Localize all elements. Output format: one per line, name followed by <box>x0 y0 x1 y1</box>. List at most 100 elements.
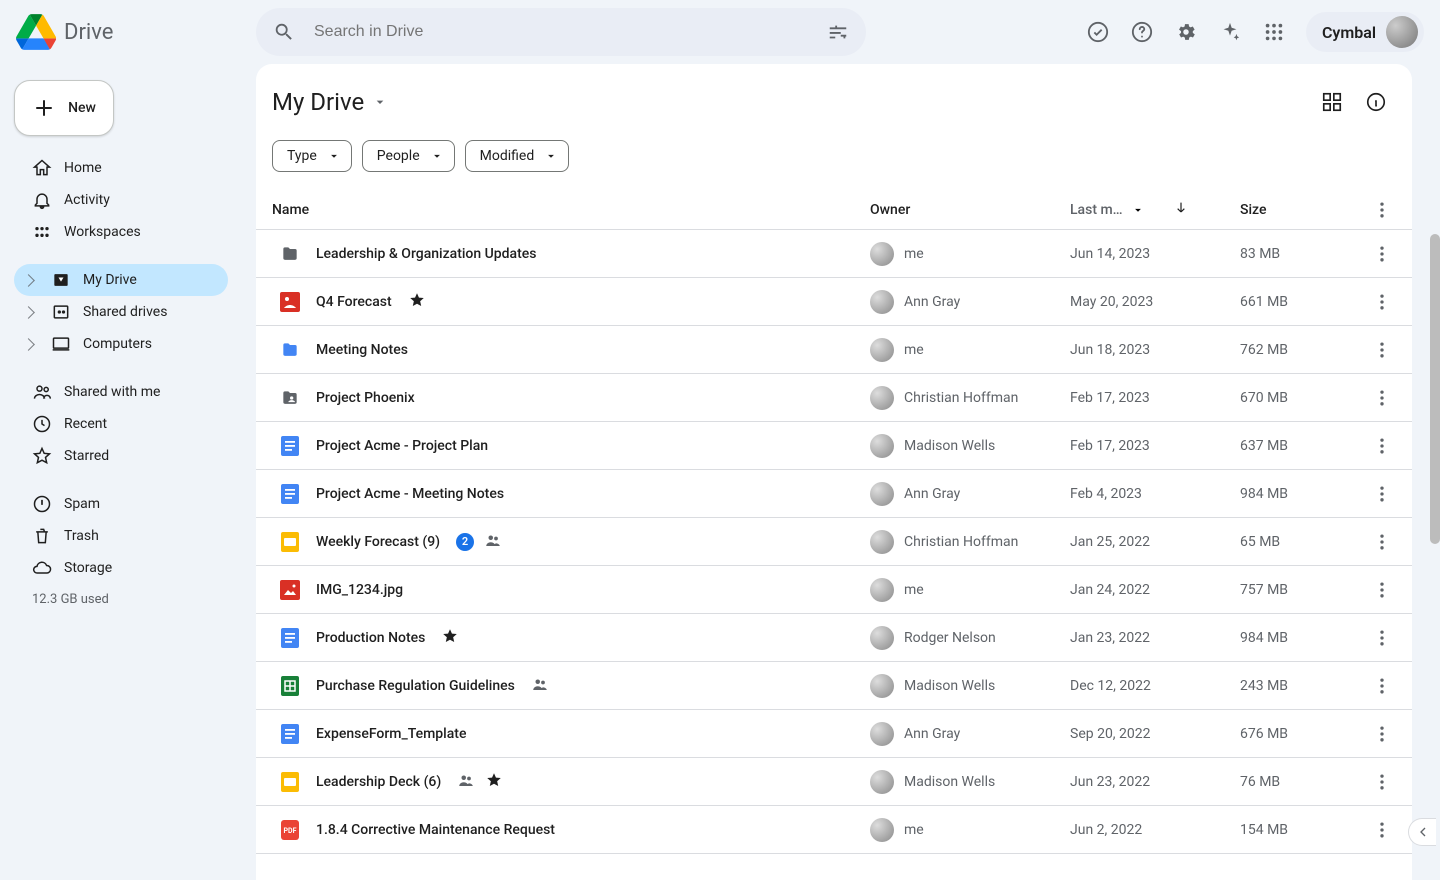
more-icon <box>1372 580 1392 600</box>
file-row[interactable]: Meeting NotesmeJun 18, 2023762 MB <box>256 326 1412 374</box>
owner-avatar <box>870 626 894 650</box>
last-modified: Jan 25, 2022 <box>1070 534 1240 550</box>
search-options-icon[interactable] <box>818 12 858 52</box>
owner-avatar <box>870 290 894 314</box>
nav-spam[interactable]: Spam <box>14 488 228 520</box>
col-header-more[interactable] <box>1360 200 1404 220</box>
owner-name: Ann Gray <box>904 726 960 742</box>
row-more-button[interactable] <box>1360 772 1404 792</box>
file-type-icon <box>280 772 300 792</box>
owner-avatar <box>870 722 894 746</box>
nav-home[interactable]: Home <box>14 152 228 184</box>
file-name: Weekly Forecast (9) <box>316 534 440 550</box>
col-size[interactable]: Size <box>1240 202 1360 218</box>
row-more-button[interactable] <box>1360 532 1404 552</box>
row-more-button[interactable] <box>1360 388 1404 408</box>
nav-activity[interactable]: Activity <box>14 184 228 216</box>
file-type-icon <box>280 340 300 360</box>
location-breadcrumb[interactable]: My Drive <box>272 88 388 116</box>
row-more-button[interactable] <box>1360 244 1404 264</box>
file-row[interactable]: IMG_1234.jpgmeJan 24, 2022757 MB <box>256 566 1412 614</box>
file-type-icon <box>280 580 300 600</box>
offline-ready-icon[interactable] <box>1078 12 1118 52</box>
file-name: 1.8.4 Corrective Maintenance Request <box>316 822 555 838</box>
file-size: 661 MB <box>1240 294 1360 310</box>
row-more-button[interactable] <box>1360 484 1404 504</box>
star-icon <box>441 627 459 649</box>
apps-grid-icon[interactable] <box>1254 12 1294 52</box>
row-more-button[interactable] <box>1360 292 1404 312</box>
owner-avatar <box>870 818 894 842</box>
nav-recent[interactable]: Recent <box>14 408 228 440</box>
search-bar[interactable] <box>256 8 866 56</box>
home-icon <box>32 158 52 178</box>
file-row[interactable]: Purchase Regulation GuidelinesMadison We… <box>256 662 1412 710</box>
nav-workspaces[interactable]: Workspaces <box>14 216 228 248</box>
caret-down-icon <box>544 149 558 163</box>
layout-grid-icon[interactable] <box>1312 82 1352 122</box>
row-more-button[interactable] <box>1360 676 1404 696</box>
star-icon <box>408 291 426 313</box>
gemini-sparkle-icon[interactable] <box>1210 12 1250 52</box>
nav-trash[interactable]: Trash <box>14 520 228 552</box>
row-more-button[interactable] <box>1360 628 1404 648</box>
user-avatar <box>1386 16 1418 48</box>
file-row[interactable]: Weekly Forecast (9)2Christian HoffmanJan… <box>256 518 1412 566</box>
file-name: Q4 Forecast <box>316 294 392 310</box>
file-row[interactable]: Project Acme - Meeting NotesAnn GrayFeb … <box>256 470 1412 518</box>
spam-icon <box>32 494 52 514</box>
help-icon[interactable] <box>1122 12 1162 52</box>
file-row[interactable]: Project PhoenixChristian HoffmanFeb 17, … <box>256 374 1412 422</box>
nav-my-drive[interactable]: My Drive <box>14 264 228 296</box>
file-row[interactable]: PDF1.8.4 Corrective Maintenance Requestm… <box>256 806 1412 854</box>
col-owner[interactable]: Owner <box>870 202 1070 218</box>
more-icon <box>1372 676 1392 696</box>
new-button[interactable]: New <box>14 80 114 136</box>
last-modified: Jan 24, 2022 <box>1070 582 1240 598</box>
owner-name: Madison Wells <box>904 438 995 454</box>
owner-name: me <box>904 822 924 838</box>
file-row[interactable]: Project Acme - Project PlanMadison Wells… <box>256 422 1412 470</box>
row-more-button[interactable] <box>1360 820 1404 840</box>
nav-computers[interactable]: Computers <box>14 328 228 360</box>
storage-used: 12.3 GB used <box>14 584 256 607</box>
file-row[interactable]: ExpenseForm_TemplateAnn GraySep 20, 2022… <box>256 710 1412 758</box>
filter-people[interactable]: People <box>362 140 455 172</box>
last-modified: Feb 4, 2023 <box>1070 486 1240 502</box>
row-more-button[interactable] <box>1360 340 1404 360</box>
side-panel-toggle[interactable] <box>1408 818 1436 846</box>
file-type-icon <box>280 292 300 312</box>
col-name[interactable]: Name <box>272 202 870 218</box>
nav-starred[interactable]: Starred <box>14 440 228 472</box>
file-type-icon <box>280 388 300 408</box>
search-icon[interactable] <box>264 12 304 52</box>
file-row[interactable]: Q4 ForecastAnn GrayMay 20, 2023661 MB <box>256 278 1412 326</box>
nav-storage[interactable]: Storage <box>14 552 228 584</box>
row-more-button[interactable] <box>1360 436 1404 456</box>
account-switcher[interactable]: Cymbal <box>1306 12 1424 52</box>
col-last-modified[interactable]: Last m… <box>1070 200 1240 220</box>
file-size: 154 MB <box>1240 822 1360 838</box>
file-row[interactable]: Leadership Deck (6)Madison WellsJun 23, … <box>256 758 1412 806</box>
row-more-button[interactable] <box>1360 724 1404 744</box>
sort-direction[interactable] <box>1173 200 1189 220</box>
owner-avatar <box>870 434 894 458</box>
details-info-icon[interactable] <box>1356 82 1396 122</box>
settings-icon[interactable] <box>1166 12 1206 52</box>
row-more-button[interactable] <box>1360 580 1404 600</box>
brand[interactable]: Drive <box>16 12 248 52</box>
main-content: My Drive Type People Modified Name Owner… <box>256 64 1412 880</box>
file-row[interactable]: Leadership & Organization UpdatesmeJun 1… <box>256 230 1412 278</box>
file-type-icon <box>280 532 300 552</box>
clock-icon <box>32 414 52 434</box>
file-row[interactable]: Production NotesRodger NelsonJan 23, 202… <box>256 614 1412 662</box>
nav-shared-drives[interactable]: Shared drives <box>14 296 228 328</box>
filter-modified[interactable]: Modified <box>465 140 570 172</box>
owner-avatar <box>870 674 894 698</box>
filter-type[interactable]: Type <box>272 140 352 172</box>
more-icon <box>1372 532 1392 552</box>
nav-shared-with-me[interactable]: Shared with me <box>14 376 228 408</box>
search-input[interactable] <box>312 22 810 42</box>
scrollbar[interactable] <box>1430 234 1440 544</box>
owner-name: Christian Hoffman <box>904 390 1018 406</box>
